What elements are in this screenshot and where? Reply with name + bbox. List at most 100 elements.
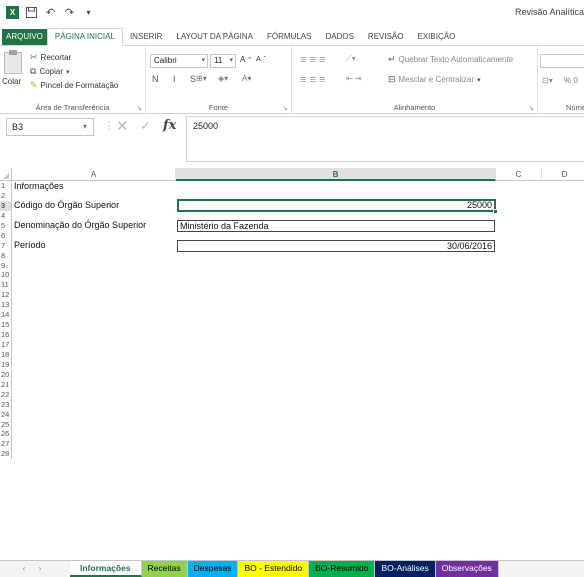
- save-icon[interactable]: [25, 6, 38, 19]
- row-header[interactable]: 14: [0, 310, 12, 321]
- indent-icon[interactable]: ⇤ ⇥: [346, 74, 362, 83]
- customize-quick-access-icon[interactable]: ▾: [82, 6, 95, 19]
- top-align-icon[interactable]: ≡ ≡ ≡: [300, 54, 325, 66]
- column-header-a[interactable]: A: [12, 168, 176, 181]
- name-box-value: B3: [12, 122, 24, 132]
- row-header[interactable]: 5: [0, 220, 12, 231]
- row-header[interactable]: 16: [0, 330, 12, 340]
- font-size-select[interactable]: 11 ▾: [210, 54, 236, 68]
- cell-a1[interactable]: Informações: [14, 181, 64, 192]
- row-header[interactable]: 19: [0, 359, 12, 370]
- cell-b5[interactable]: Ministério da Fazenda: [177, 220, 495, 232]
- number-format-select[interactable]: [540, 54, 584, 68]
- row-header[interactable]: 27: [0, 439, 12, 450]
- font-color-icon[interactable]: A▾: [242, 74, 251, 83]
- row-header[interactable]: 2: [0, 190, 12, 201]
- tab-page-layout[interactable]: LAYOUT DA PÁGINA: [169, 29, 260, 45]
- row-header[interactable]: 21: [0, 379, 12, 390]
- row-header[interactable]: 6: [0, 230, 12, 241]
- cell-a7[interactable]: Período: [14, 240, 46, 251]
- sheet-tab-despesas[interactable]: Despesas: [187, 561, 239, 577]
- format-painter-button[interactable]: ✎ Pincel de Formatação: [30, 80, 118, 91]
- paste-button[interactable]: Colar: [0, 46, 28, 94]
- merge-center-button[interactable]: ⊟ Mesclar e Centralizar ▾: [388, 74, 481, 85]
- sheet-tab-bo-analises[interactable]: BO-Análises: [375, 561, 436, 577]
- row-header[interactable]: 12: [0, 290, 12, 301]
- row-header[interactable]: 1: [0, 181, 12, 191]
- tab-view[interactable]: EXIBIÇÃO: [411, 29, 463, 45]
- copy-button[interactable]: ⧉ Copiar ▾: [30, 66, 70, 77]
- formula-input[interactable]: 25000: [186, 116, 584, 162]
- tab-review[interactable]: REVISÃO: [361, 29, 411, 45]
- dialog-launcher-icon[interactable]: ↘: [528, 104, 534, 112]
- row-header[interactable]: 9: [0, 260, 12, 271]
- previous-sheet-icon[interactable]: ‹: [16, 561, 32, 577]
- number-group: ⊡▾ % 0 Núme: [538, 46, 584, 114]
- dialog-launcher-icon[interactable]: ↘: [136, 104, 142, 112]
- sheet-tab-receitas[interactable]: Receitas: [141, 561, 188, 577]
- shrink-font-button[interactable]: Aˇ: [256, 56, 266, 63]
- row-header[interactable]: 25: [0, 419, 12, 430]
- bold-italic-underline-buttons[interactable]: N I S: [152, 74, 202, 84]
- row-header[interactable]: 22: [0, 389, 12, 400]
- tab-formulas[interactable]: FÓRMULAS: [260, 29, 318, 45]
- row-header[interactable]: 23: [0, 399, 12, 410]
- cell-b3[interactable]: 25000: [177, 199, 496, 212]
- fill-color-icon[interactable]: ◈▾: [218, 74, 228, 83]
- orientation-icon[interactable]: ⟋▾: [346, 54, 356, 64]
- row-header[interactable]: 28: [0, 449, 12, 460]
- row-header[interactable]: 18: [0, 349, 12, 360]
- grow-font-button[interactable]: A ^: [240, 55, 251, 64]
- undo-icon[interactable]: ↶: [44, 6, 57, 19]
- chevron-down-icon: ▾: [477, 76, 481, 84]
- sheet-tab-bo-estendido[interactable]: BO - Estendido: [238, 561, 310, 577]
- row-header[interactable]: 15: [0, 320, 12, 331]
- row-header[interactable]: 20: [0, 369, 12, 380]
- row-header[interactable]: 3: [0, 200, 12, 211]
- cell-a5[interactable]: Denominação do Órgão Superior: [14, 220, 146, 231]
- row-header[interactable]: 8: [0, 250, 12, 261]
- cancel-icon[interactable]: ✕: [116, 117, 129, 135]
- sheet-tab-bo-resumido[interactable]: BO-Resumido: [309, 561, 376, 577]
- cell-b7[interactable]: 30/06/2016: [177, 240, 495, 252]
- tab-home[interactable]: PÁGINA INICIAL: [46, 28, 123, 46]
- clipboard-group: Colar ✂ Recortar ⧉ Copiar ▾ ✎ Pincel de …: [0, 46, 146, 114]
- row-header[interactable]: 4: [0, 210, 12, 221]
- title-bar: X ↶ ↷ ▾ Revisão Analítica: [0, 0, 584, 24]
- tab-file[interactable]: ARQUIVO: [2, 29, 47, 45]
- sheet-tab-observacoes[interactable]: Observações: [435, 561, 499, 577]
- row-header[interactable]: 17: [0, 340, 12, 350]
- row-header[interactable]: 11: [0, 280, 12, 291]
- row-header[interactable]: 10: [0, 270, 12, 281]
- name-box[interactable]: B3 ▾: [6, 118, 94, 136]
- font-name-select[interactable]: Calibri ▾: [150, 54, 208, 68]
- redo-icon[interactable]: ↷: [63, 6, 76, 19]
- column-header-c[interactable]: C: [496, 168, 542, 181]
- dialog-launcher-icon[interactable]: ↘: [282, 104, 288, 112]
- tab-insert[interactable]: INSERIR: [123, 29, 169, 45]
- column-header-d[interactable]: D: [542, 168, 584, 181]
- insert-function-icon[interactable]: fx: [163, 118, 176, 133]
- brush-icon: ✎: [30, 80, 38, 90]
- select-all-button[interactable]: [0, 168, 12, 181]
- enter-icon[interactable]: ✓: [140, 118, 151, 134]
- accounting-format-icon[interactable]: ⊡▾: [542, 76, 553, 85]
- percent-button[interactable]: % 0: [564, 76, 578, 85]
- column-header-b[interactable]: B: [176, 168, 496, 181]
- tab-data[interactable]: DADOS: [318, 29, 360, 45]
- font-name-value: Calibri: [154, 56, 177, 65]
- row-header[interactable]: 26: [0, 429, 12, 440]
- row-header[interactable]: 7: [0, 240, 12, 251]
- border-icon[interactable]: ⊞▾: [196, 74, 207, 83]
- left-align-icon[interactable]: ≡ ≡ ≡: [300, 74, 325, 86]
- row-header[interactable]: 13: [0, 300, 12, 311]
- font-group-label: Fonte: [208, 103, 229, 112]
- cut-button[interactable]: ✂ Recortar: [30, 52, 71, 63]
- fill-handle[interactable]: [493, 209, 498, 214]
- cell-a3[interactable]: Código do Órgão Superior: [14, 200, 119, 211]
- sheet-tab-informacoes[interactable]: Informações: [70, 561, 142, 577]
- next-sheet-icon[interactable]: ›: [32, 561, 48, 577]
- row-header[interactable]: 24: [0, 409, 12, 420]
- wrap-text-button[interactable]: ↵ Quebrar Texto Automaticamente: [388, 54, 513, 65]
- font-group: Calibri ▾ 11 ▾ A ^ Aˇ N I S ⊞▾ ◈▾ A▾ Font…: [146, 46, 292, 114]
